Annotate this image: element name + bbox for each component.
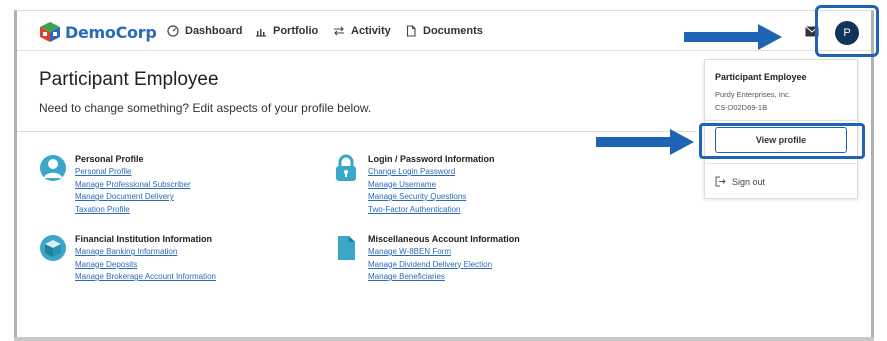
- frame-bottom-shadow: [14, 337, 874, 341]
- section-personal-profile: Personal Profile Personal Profile Manage…: [39, 154, 191, 216]
- link-manage-document-delivery[interactable]: Manage Document Delivery: [75, 191, 191, 204]
- sign-out-label: Sign out: [732, 176, 766, 187]
- dropdown-user-name: Participant Employee: [715, 72, 807, 82]
- brand-logo[interactable]: DemoCorp: [39, 21, 157, 43]
- section-title: Personal Profile: [75, 154, 144, 164]
- link-manage-banking-information[interactable]: Manage Banking Information: [75, 246, 216, 259]
- link-two-factor-authentication[interactable]: Two-Factor Authentication: [368, 204, 495, 217]
- nav-dashboard-label: Dashboard: [185, 25, 243, 37]
- section-financial-institution: Financial Institution Information Manage…: [39, 234, 216, 284]
- nav-documents[interactable]: Documents: [405, 25, 483, 37]
- user-avatar[interactable]: P: [835, 21, 859, 45]
- section-title: Login / Password Information: [368, 154, 495, 164]
- link-manage-dividend-delivery-election[interactable]: Manage Dividend Delivery Election: [368, 259, 520, 272]
- dropdown-divider: [705, 163, 857, 164]
- link-personal-profile[interactable]: Personal Profile: [75, 166, 191, 179]
- view-profile-highlight-box: [699, 123, 865, 159]
- sign-out-icon: [715, 176, 726, 187]
- sign-out-button[interactable]: Sign out: [715, 176, 765, 187]
- section-title: Financial Institution Information: [75, 234, 212, 244]
- link-manage-professional-subscriber[interactable]: Manage Professional Subscriber: [75, 179, 191, 192]
- chart-icon: [256, 29, 266, 37]
- link-manage-deposits[interactable]: Manage Deposits: [75, 259, 216, 272]
- bank-box-icon: [40, 235, 66, 261]
- dropdown-company: Purdy Enterprises, Inc.: [715, 90, 791, 99]
- transfer-arrows-icon: [334, 26, 344, 36]
- callout-arrow-icon: [596, 129, 694, 155]
- link-change-login-password[interactable]: Change Login Password: [368, 166, 495, 179]
- section-title: Miscellaneous Account Information: [368, 234, 520, 244]
- page-subtitle: Need to change something? Edit aspects o…: [39, 101, 372, 115]
- brand-name: DemoCorp: [65, 22, 157, 42]
- divider: [17, 131, 697, 132]
- page-title: Participant Employee: [39, 69, 219, 90]
- nav-activity-label: Activity: [351, 25, 391, 37]
- cube-logo-icon: [40, 22, 60, 42]
- dropdown-account-id: CS-D02D69-1B: [715, 103, 768, 112]
- callout-arrow-icon: [684, 24, 782, 50]
- lock-icon: [336, 154, 356, 181]
- nav-dashboard[interactable]: Dashboard: [167, 25, 242, 37]
- link-manage-brokerage-account-information[interactable]: Manage Brokerage Account Information: [75, 271, 216, 284]
- dropdown-divider: [705, 120, 857, 121]
- link-taxation-profile[interactable]: Taxation Profile: [75, 204, 191, 217]
- section-miscellaneous-account: Miscellaneous Account Information Manage…: [332, 234, 520, 284]
- document-icon: [406, 25, 416, 37]
- link-manage-beneficiaries[interactable]: Manage Beneficiaries: [368, 271, 520, 284]
- nav-documents-label: Documents: [423, 25, 483, 37]
- nav-activity[interactable]: Activity: [333, 25, 391, 37]
- section-login-password: Login / Password Information Change Logi…: [332, 154, 495, 216]
- link-manage-w8ben-form[interactable]: Manage W-8BEN Form: [368, 246, 520, 259]
- nav-portfolio[interactable]: Portfolio: [255, 25, 318, 37]
- file-icon: [338, 236, 355, 260]
- app-window: DemoCorp Dashboard Portfolio Activity Do…: [14, 5, 879, 341]
- dashboard-icon: [167, 25, 179, 37]
- link-manage-username[interactable]: Manage Username: [368, 179, 495, 192]
- nav-portfolio-label: Portfolio: [273, 25, 319, 37]
- person-icon: [40, 155, 66, 181]
- link-manage-security-questions[interactable]: Manage Security Questions: [368, 191, 495, 204]
